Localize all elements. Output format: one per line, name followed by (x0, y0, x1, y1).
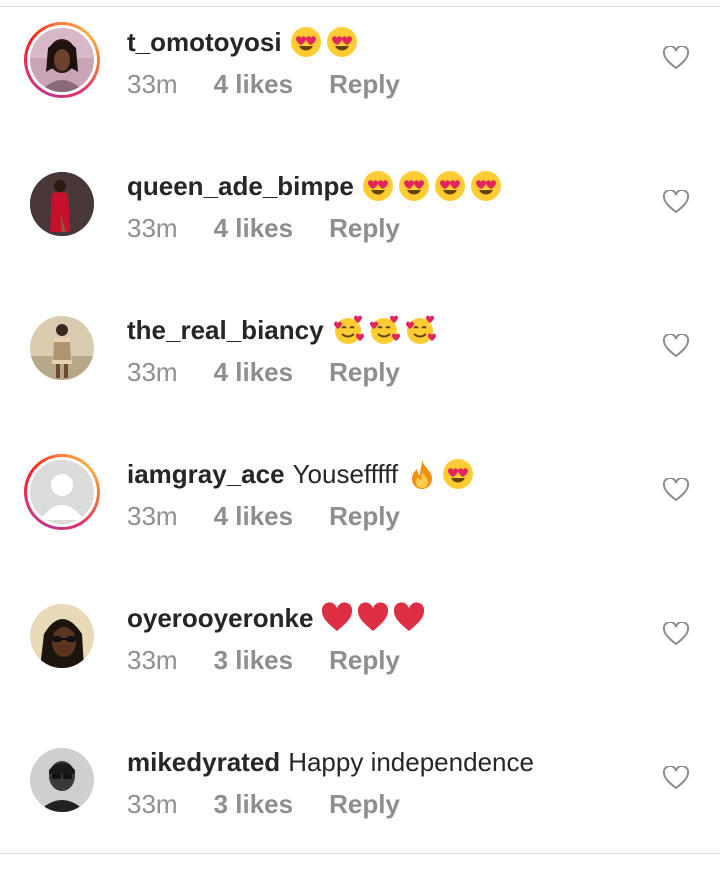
smiling-face-with-hearts-emoji-icon (405, 315, 436, 344)
avatar[interactable] (24, 742, 100, 818)
reply-button[interactable]: Reply (329, 789, 400, 820)
heart-eyes-emoji-icon (398, 171, 429, 201)
comment-text: Yousefffff (292, 458, 399, 489)
avatar-photo (30, 748, 94, 812)
likes-count[interactable]: 4 likes (214, 213, 294, 244)
heart-eyes-emoji-icon (443, 459, 474, 489)
likes-count[interactable]: 4 likes (214, 501, 294, 532)
username[interactable]: mikedyrated (127, 747, 280, 778)
like-heart-icon[interactable] (663, 334, 689, 358)
red-heart-emoji-icon (322, 602, 353, 631)
avatar-photo (30, 604, 94, 668)
heart-eyes-emoji-icon (470, 171, 501, 201)
reply-button[interactable]: Reply (329, 357, 400, 388)
like-heart-icon[interactable] (663, 622, 689, 646)
likes-count[interactable]: 3 likes (214, 789, 294, 820)
avatar[interactable] (24, 454, 100, 530)
comment-item: queen_ade_bimpe 33m 4 likes Reply (0, 144, 720, 288)
avatar[interactable] (24, 310, 100, 386)
comment-emojis (321, 602, 429, 634)
avatar[interactable] (24, 166, 100, 242)
username[interactable]: iamgray_ace (127, 459, 285, 490)
timestamp: 33m (127, 212, 178, 243)
bottom-divider (0, 853, 720, 854)
like-heart-icon[interactable] (663, 478, 689, 502)
comment-emojis (332, 314, 440, 346)
username[interactable]: queen_ade_bimpe (127, 171, 354, 202)
reply-button[interactable]: Reply (329, 69, 400, 100)
timestamp: 33m (127, 68, 178, 99)
timestamp: 33m (127, 356, 178, 387)
comment-emojis (362, 170, 506, 202)
timestamp: 33m (127, 788, 178, 819)
avatar-photo (30, 316, 94, 380)
avatar[interactable] (24, 598, 100, 674)
comment-emojis (290, 26, 362, 58)
comment-item: mikedyrated Happy independence 33m 3 lik… (0, 720, 720, 864)
comment-item: iamgray_ace Yousefffff 33m 4 likes Reply (0, 432, 720, 576)
timestamp: 33m (127, 644, 178, 675)
username[interactable]: the_real_biancy (127, 315, 324, 346)
red-heart-emoji-icon (358, 602, 389, 631)
avatar[interactable] (24, 22, 100, 98)
likes-count[interactable]: 3 likes (214, 645, 294, 676)
like-heart-icon[interactable] (663, 190, 689, 214)
default-avatar-icon (30, 460, 94, 524)
red-heart-emoji-icon (394, 602, 425, 631)
smiling-face-with-hearts-emoji-icon (333, 315, 364, 344)
smiling-face-with-hearts-emoji-icon (369, 315, 400, 344)
comment-item: the_real_biancy 33m 4 likes Reply (0, 288, 720, 432)
avatar-photo (30, 172, 94, 236)
comment-item: oyerooyeronke 33m 3 likes Reply (0, 576, 720, 720)
heart-eyes-emoji-icon (326, 27, 357, 57)
reply-button[interactable]: Reply (329, 213, 400, 244)
heart-eyes-emoji-icon (290, 27, 321, 57)
like-heart-icon[interactable] (663, 46, 689, 70)
timestamp: 33m (127, 500, 178, 531)
like-heart-icon[interactable] (663, 766, 689, 790)
heart-eyes-emoji-icon (362, 171, 393, 201)
fire-emoji-icon (412, 460, 433, 489)
reply-button[interactable]: Reply (329, 501, 400, 532)
heart-eyes-emoji-icon (434, 171, 465, 201)
reply-button[interactable]: Reply (329, 645, 400, 676)
username[interactable]: oyerooyeronke (127, 603, 313, 634)
likes-count[interactable]: 4 likes (214, 357, 294, 388)
comment-text: Happy independence (288, 746, 534, 777)
likes-count[interactable]: 4 likes (214, 69, 294, 100)
comment-item: t_omotoyosi 33m 4 likes Reply (0, 0, 720, 144)
avatar-photo (30, 28, 94, 92)
comment-emojis (406, 458, 478, 490)
username[interactable]: t_omotoyosi (127, 27, 282, 58)
